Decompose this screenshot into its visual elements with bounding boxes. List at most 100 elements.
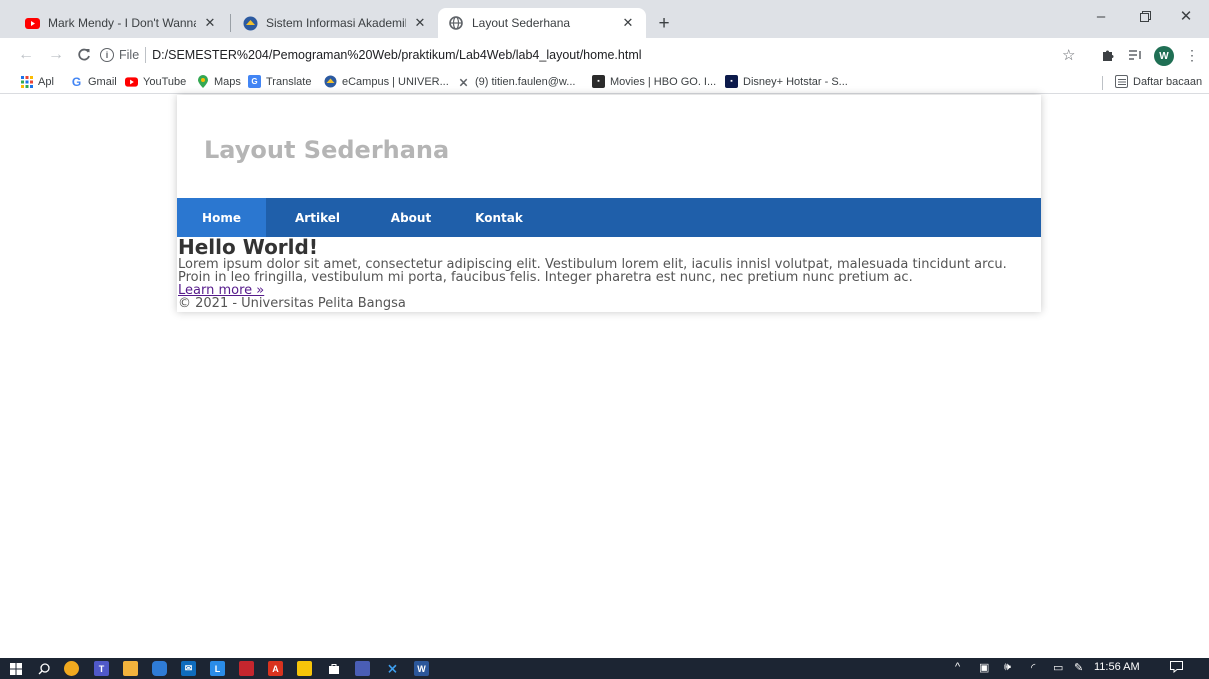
globe-icon [448,15,464,31]
tab-title: Sistem Informasi Akademik [266,16,406,30]
bookmark-ecampus[interactable]: eCampus | UNIVER... [324,75,449,88]
maps-pin-icon [196,75,209,88]
site-footer: © 2021 - Universitas Pelita Bangsa [178,296,406,311]
tab-title: Layout Sederhana [472,16,571,30]
site-header: Layout Sederhana [177,95,1041,198]
reading-list-button[interactable]: Daftar bacaan [1115,75,1202,88]
menu-kebab-icon[interactable]: ⋮ [1182,45,1202,65]
hbo-icon: ▪ [592,75,605,88]
bookmark-translate[interactable]: G Translate [248,75,311,88]
reload-icon[interactable] [72,43,96,67]
bookmarks-bar: Apl G Gmail YouTube Maps G Translate eCa… [0,72,1209,94]
translate-icon: G [248,75,261,88]
mail-x-icon: ⨯ [458,74,469,89]
tab-title: Mark Mendy - I Don't Wanna Be [48,16,196,30]
bookmark-star-icon[interactable]: ☆ [1062,46,1075,64]
google-icon: G [71,74,82,89]
bookmark-label: Translate [266,75,312,88]
divider [145,47,147,63]
tab-separator [230,14,231,32]
site-title: Layout Sederhana [204,135,450,164]
close-icon[interactable]: ✕ [620,15,636,31]
battery-icon[interactable]: ▭ [1053,661,1063,674]
tray-chevron-icon[interactable]: ^ [955,661,960,673]
window-close-icon[interactable]: ✕ [1163,0,1209,32]
file-explorer-icon[interactable] [123,661,138,676]
bookmark-youtube[interactable]: YouTube [125,75,186,88]
app-icon[interactable] [355,661,370,676]
bookmark-label: YouTube [143,75,187,88]
meet-now-icon[interactable]: ▣ [979,661,989,674]
apps-grid-icon [20,75,33,88]
close-icon[interactable]: ✕ [412,15,428,31]
bookmark-mail[interactable]: ⨯ (9) titien.faulen@w... [457,74,576,89]
teams-icon[interactable]: T [94,661,109,676]
bookmark-maps[interactable]: Maps [196,75,241,88]
tab-youtube[interactable]: Mark Mendy - I Don't Wanna Be ✕ [14,8,228,38]
close-icon[interactable]: ✕ [202,15,218,31]
reading-list-label: Daftar bacaan [1133,75,1203,88]
notifications-icon[interactable] [1170,661,1183,673]
mail-icon[interactable]: ✉ [181,661,196,676]
youtube-icon [125,75,138,88]
extensions-puzzle-icon[interactable] [1098,45,1118,65]
bookmark-label: Apl [38,75,54,88]
forward-arrow-icon[interactable]: → [44,43,68,67]
mcafee-icon[interactable] [239,661,254,676]
vscode-icon[interactable]: ⨯ [385,661,400,676]
tab-strip: Mark Mendy - I Don't Wanna Be ✕ Sistem I… [0,0,1209,38]
url-text[interactable]: D:/SEMESTER%204/Pemograman%20Web/praktik… [152,48,641,62]
content-paragraph: Lorem ipsum dolor sit amet, consectetur … [178,257,1007,285]
bookmark-hotstar[interactable]: ▪ Disney+ Hotstar - S... [725,75,848,88]
back-arrow-icon[interactable]: ← [14,43,38,67]
bookmark-hbo[interactable]: ▪ Movies | HBO GO. I... [592,75,716,88]
tab-layout-sederhana[interactable]: Layout Sederhana ✕ [438,8,646,38]
media-queue-icon[interactable] [1125,45,1145,65]
nav-kontak[interactable]: Kontak [453,198,545,237]
sticky-notes-icon[interactable] [297,661,312,676]
page-viewport: Layout Sederhana Home Artikel About Kont… [0,95,1209,658]
bookmark-label: Maps [214,75,241,88]
site-container: Layout Sederhana Home Artikel About Kont… [177,95,1041,312]
restore-icon[interactable] [1122,0,1168,32]
info-icon[interactable]: i [100,48,114,62]
bookmark-label: (9) titien.faulen@w... [475,75,576,88]
bookmark-label: Gmail [88,75,117,88]
windows-start-icon[interactable] [8,661,23,676]
reading-list-icon [1115,75,1128,88]
tab-siakad[interactable]: Sistem Informasi Akademik ✕ [232,8,438,38]
windows-taskbar: T ✉ L A ⨯ W ^ ▣ 🕪 ◜ ▭ ✎ 11:56 AM [0,658,1209,679]
wifi-icon[interactable]: ◜ [1031,661,1035,674]
pen-icon[interactable]: ✎ [1074,661,1083,674]
volume-icon[interactable]: 🕪 [1004,661,1011,674]
lync-icon[interactable]: L [210,661,225,676]
bookmark-label: Movies | HBO GO. I... [610,75,717,88]
nav-artikel[interactable]: Artikel [266,198,369,237]
search-icon[interactable] [36,661,51,676]
address-bar[interactable]: i File D:/SEMESTER%204/Pemograman%20Web/… [100,41,1090,69]
acrobat-icon[interactable]: A [268,661,283,676]
nav-home[interactable]: Home [177,198,266,237]
new-tab-button[interactable]: + [652,12,676,36]
campus-icon [242,15,258,31]
store-icon[interactable] [326,661,341,676]
content-heading: Hello World! [178,235,318,259]
word-icon[interactable]: W [414,661,429,676]
bookmark-apl[interactable]: Apl [20,75,54,88]
minimize-icon[interactable]: – [1078,0,1124,32]
main-content: Hello World! Lorem ipsum dolor sit amet,… [177,235,1041,298]
clock-time[interactable]: 11:56 AM [1094,661,1140,673]
profile-avatar[interactable]: W [1154,46,1174,66]
bookmark-label: eCampus | UNIVER... [342,75,449,88]
chrome-icon[interactable] [64,661,79,676]
chat-icon[interactable] [152,661,167,676]
nav-about[interactable]: About [369,198,453,237]
bookmark-label: Disney+ Hotstar - S... [743,75,848,88]
bookmark-gmail[interactable]: G Gmail [70,74,117,89]
site-nav: Home Artikel About Kontak [177,198,1041,237]
scheme-label: File [119,48,140,62]
bookmarks-divider [1102,76,1103,90]
hotstar-icon: ▪ [725,75,738,88]
youtube-icon [24,15,40,31]
campus-icon [324,75,337,88]
